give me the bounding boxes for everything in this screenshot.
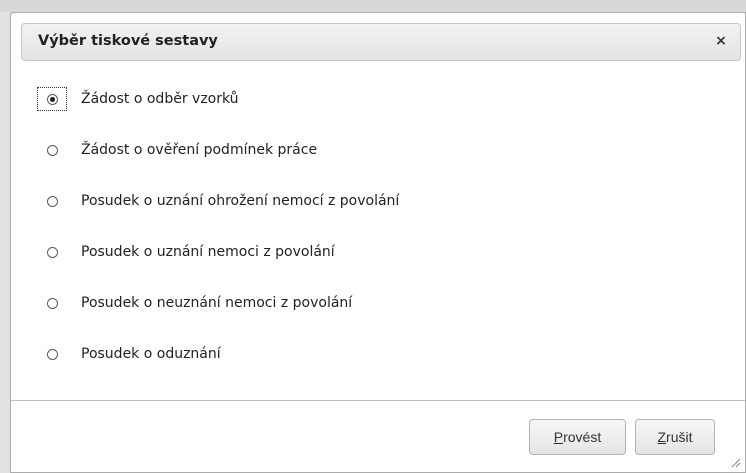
report-option-1[interactable]: Žádost o odběr vzorků bbox=[37, 85, 239, 113]
background-window-left-edge bbox=[0, 12, 10, 473]
report-option-label: Posudek o neuznání nemoci z povolání bbox=[81, 295, 353, 311]
report-option-6[interactable]: Posudek o oduznání bbox=[37, 340, 221, 368]
radio-wrap bbox=[37, 291, 67, 315]
radio-button[interactable] bbox=[46, 246, 58, 258]
report-option-3[interactable]: Posudek o uznání ohrožení nemocí z povol… bbox=[37, 187, 399, 215]
cancel-button[interactable]: Zrušit bbox=[635, 419, 715, 455]
resize-grip-icon[interactable] bbox=[729, 456, 741, 468]
button-pane-divider bbox=[11, 400, 745, 401]
radio-focus-outline bbox=[37, 87, 67, 111]
radio-wrap bbox=[37, 138, 67, 162]
radio-button[interactable] bbox=[46, 195, 58, 207]
cancel-label: rušit bbox=[666, 429, 693, 445]
radio-button[interactable] bbox=[46, 144, 58, 156]
background-window-edge bbox=[0, 0, 746, 12]
radio-wrap bbox=[37, 240, 67, 264]
radio-wrap bbox=[37, 342, 67, 366]
report-option-label: Posudek o oduznání bbox=[81, 346, 221, 362]
radio-wrap bbox=[37, 189, 67, 213]
report-option-4[interactable]: Posudek o uznání nemoci z povolání bbox=[37, 238, 335, 266]
radio-button[interactable] bbox=[46, 297, 58, 309]
print-report-dialog: Výběr tiskové sestavy × Žádost o odběr v… bbox=[10, 12, 746, 473]
report-option-label: Posudek o uznání ohrožení nemocí z povol… bbox=[81, 193, 400, 209]
run-button[interactable]: Provést bbox=[529, 419, 626, 455]
run-label: rovést bbox=[563, 429, 602, 445]
cancel-accesskey: Z bbox=[657, 429, 667, 445]
report-option-label: Žádost o ověření podmínek práce bbox=[81, 142, 318, 158]
report-option-2[interactable]: Žádost o ověření podmínek práce bbox=[37, 136, 317, 164]
report-option-5[interactable]: Posudek o neuznání nemoci z povolání bbox=[37, 289, 352, 317]
dialog-title: Výběr tiskové sestavy bbox=[38, 33, 218, 49]
close-icon[interactable]: × bbox=[710, 30, 732, 52]
radio-button[interactable] bbox=[46, 348, 58, 360]
radio-button-selected[interactable] bbox=[46, 93, 58, 105]
run-accesskey: P bbox=[553, 429, 564, 445]
report-option-label: Žádost o odběr vzorků bbox=[81, 91, 239, 107]
report-option-label: Posudek o uznání nemoci z povolání bbox=[81, 244, 335, 260]
dialog-titlebar[interactable]: Výběr tiskové sestavy × bbox=[21, 23, 741, 61]
